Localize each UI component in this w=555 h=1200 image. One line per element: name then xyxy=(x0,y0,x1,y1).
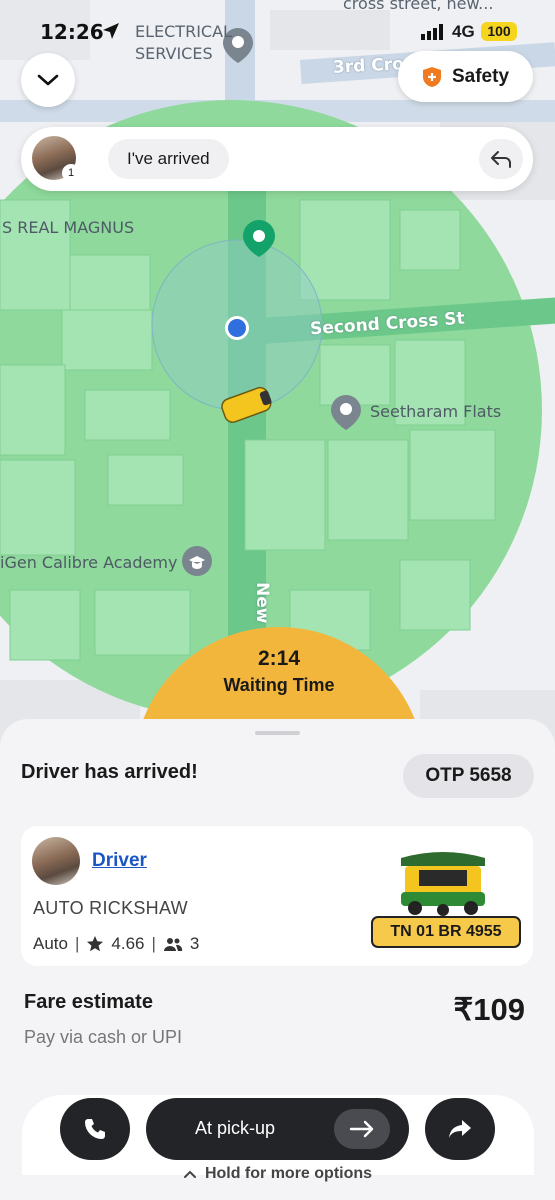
license-plate-text: TN 01 BR 4955 xyxy=(390,923,502,940)
at-pickup-label: At pick-up xyxy=(195,1118,276,1138)
hold-hint: Hold for more options xyxy=(0,1165,555,1183)
driver-stats: Auto | 4.66 | 3 xyxy=(33,934,199,954)
passenger-count-badge: 1 xyxy=(62,164,80,182)
driver-name-link[interactable]: Driver xyxy=(92,850,147,872)
waiting-time-value: 2:14 xyxy=(257,647,301,670)
at-pickup-button[interactable]: At pick-up xyxy=(146,1098,409,1160)
share-arrow-icon xyxy=(449,1120,471,1138)
auto-rickshaw-image xyxy=(401,852,485,916)
location-arrow-icon xyxy=(103,23,119,39)
sheet-title: Driver has arrived! xyxy=(21,761,198,783)
signal-icon xyxy=(421,24,443,40)
hold-hint-label: Hold for more options xyxy=(204,1165,373,1182)
arrived-message: I've arrived xyxy=(127,149,210,168)
otp-badge: OTP 5658 xyxy=(403,754,534,798)
academy-pin-icon xyxy=(182,546,212,576)
waiting-time-label: Waiting Time xyxy=(223,675,335,695)
bottom-sheet[interactable]: Driver has arrived! OTP 5658 Driver AUTO… xyxy=(0,719,555,1200)
chevron-up-icon xyxy=(183,1170,196,1178)
map-label-new-road: New xyxy=(252,582,272,624)
seat-count: 3 xyxy=(189,934,200,953)
collapse-button[interactable] xyxy=(21,53,75,107)
fare-subtitle: Pay via cash or UPI xyxy=(24,1027,183,1047)
map-label-real-magnus: S REAL MAGNUS xyxy=(2,218,135,237)
star-icon xyxy=(87,936,104,952)
stat-divider: | xyxy=(74,934,80,953)
current-location-icon xyxy=(225,316,249,340)
status-time: 12:26 xyxy=(40,20,104,44)
sheet-handle[interactable] xyxy=(255,731,300,735)
license-plate: TN 01 BR 4955 xyxy=(371,916,521,948)
share-button[interactable] xyxy=(425,1098,495,1160)
map-label-calibre: iGen Calibre Academy xyxy=(0,553,178,572)
stat-divider: | xyxy=(151,934,156,953)
map-label-seetharam: Seetharam Flats xyxy=(370,402,502,421)
vehicle-type: AUTO RICKSHAW xyxy=(33,898,188,918)
call-button[interactable] xyxy=(60,1098,130,1160)
arrival-notification: 1 I've arrived xyxy=(21,127,533,191)
fare-amount: ₹109 xyxy=(453,992,525,1027)
driver-avatar xyxy=(32,837,80,885)
phone-icon xyxy=(85,1119,105,1139)
driver-rating: 4.66 xyxy=(111,934,145,953)
shield-icon xyxy=(422,66,441,87)
passengers-icon xyxy=(163,938,183,951)
safety-label: Safety xyxy=(451,65,510,87)
network-type: 4G xyxy=(452,22,475,41)
safety-button[interactable]: Safety xyxy=(398,51,533,102)
battery-indicator: 100 xyxy=(481,22,517,41)
arrived-message-pill[interactable]: I've arrived xyxy=(108,139,229,179)
arrow-right-icon xyxy=(349,1120,374,1138)
otp-value: OTP 5658 xyxy=(425,765,512,786)
fare-title: Fare estimate xyxy=(24,991,153,1013)
pickup-arrow-chip xyxy=(334,1109,390,1149)
reply-icon xyxy=(491,151,511,168)
chevron-down-icon xyxy=(37,74,59,86)
reply-button[interactable] xyxy=(479,139,523,179)
driver-card[interactable]: Driver AUTO RICKSHAW Auto | 4.66 | 3 TN … xyxy=(21,826,533,966)
vehicle-category: Auto xyxy=(33,934,68,953)
